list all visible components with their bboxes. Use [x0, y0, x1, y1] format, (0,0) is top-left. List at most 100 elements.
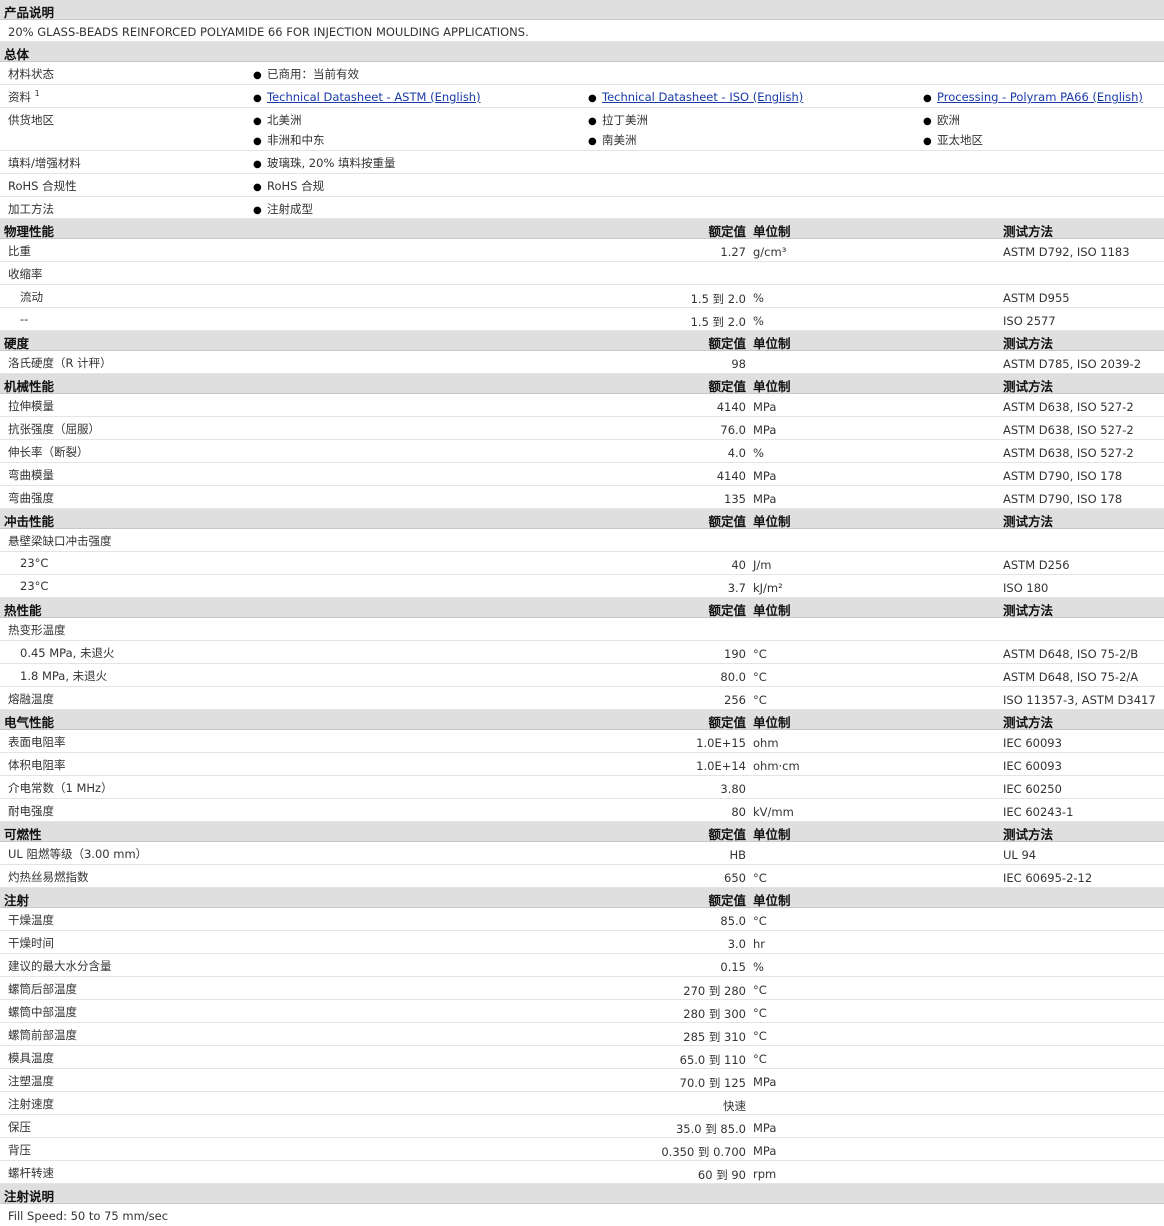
nominal-value: 85.0 [720, 914, 746, 928]
table-row: 伸长率（断裂） 4.0% ASTM D638, ISO 527-2 [0, 440, 1164, 463]
nominal-value: 60 到 90 [697, 1168, 746, 1182]
column-header-nominal: 额定值 [708, 224, 746, 239]
datasheet-page: 产品说明 20% GLASS-BEADS REINFORCED POLYAMID… [0, 0, 1164, 1226]
test-method: ASTM D256 [1003, 558, 1070, 572]
nominal-value: 98 [731, 357, 746, 371]
column-header-unit: 单位制 [753, 715, 791, 730]
column-header-method: 测试方法 [1003, 514, 1054, 529]
column-header-method: 测试方法 [1003, 715, 1054, 730]
table-row: -- 1.5 到 2.0% ISO 2577 [0, 308, 1164, 331]
property-label: 弯曲模量 [8, 468, 54, 482]
column-header-nominal: 额定值 [708, 603, 746, 618]
property-label: 23°C [20, 579, 49, 593]
test-method: ASTM D792, ISO 1183 [1003, 245, 1130, 259]
test-method: ASTM D648, ISO 75-2/A [1003, 670, 1139, 684]
column-header-unit: 单位制 [753, 379, 791, 394]
general-row-rohs: RoHS 合规性 ● RoHS 合规 [0, 174, 1164, 197]
property-label: 体积电阻率 [8, 758, 66, 772]
column-header-unit: 单位制 [753, 893, 791, 908]
injection-notes-text: Fill Speed: 50 to 75 mm/sec [8, 1209, 169, 1223]
table-row: 比重 1.27 g/cm³ ASTM D792, ISO 1183 [0, 239, 1164, 262]
test-method: IEC 60695-2-12 [1003, 871, 1093, 885]
nominal-value: 135 [724, 492, 746, 506]
datasheet-link-iso[interactable]: Technical Datasheet - ISO (English) [602, 90, 803, 104]
unit-value: g/cm³ [753, 245, 787, 259]
nominal-value: 3.0 [727, 937, 746, 951]
property-label: 伸长率（断裂） [8, 445, 89, 459]
list-item: ● RoHS 合规 [253, 179, 325, 193]
processing-link[interactable]: Processing - Polyram PA66 (English) [937, 90, 1143, 104]
unit-value: % [753, 314, 764, 328]
column-header-unit: 单位制 [753, 514, 791, 529]
table-row: 保压 35.0 到 85.0 MPa [0, 1115, 1164, 1138]
test-method: ASTM D638, ISO 527-2 [1003, 446, 1134, 460]
section-header-injection-notes: 注射说明 [0, 1184, 1164, 1204]
section-header-flammability: 可燃性 额定值 单位制 测试方法 [0, 822, 1164, 842]
nominal-value: 3.7 [727, 581, 746, 595]
nominal-value: 4140 [716, 400, 746, 414]
section-title: 注射 [4, 893, 30, 908]
property-label: 比重 [8, 244, 31, 258]
unit-value: MPa [753, 492, 777, 506]
unit-value: kV/mm [753, 805, 794, 819]
test-method: ASTM D785, ISO 2039-2 [1003, 357, 1142, 371]
table-row: 螺筒前部温度 285 到 310 °C [0, 1023, 1164, 1046]
list-item: ● 拉丁美洲 [588, 113, 648, 127]
property-label: 收缩率 [8, 267, 43, 281]
section-title: 硬度 [4, 336, 30, 351]
table-row: 流动 1.5 到 2.0% ASTM D955 [0, 285, 1164, 308]
unit-value: ohm [753, 736, 779, 750]
list-item: ● Technical Datasheet - ASTM (English) [253, 90, 481, 104]
property-label: 灼热丝易燃指数 [8, 870, 89, 884]
table-row: 1.8 MPa, 未退火 80.0 °C ASTM D648, ISO 75-2/A [0, 664, 1164, 687]
unit-value: MPa [753, 400, 777, 414]
unit-value: °C [753, 1006, 767, 1020]
table-row: 表面电阻率 1.0E+15 ohm IEC 60093 [0, 730, 1164, 753]
table-row: 建议的最大水分含量 0.15% [0, 954, 1164, 977]
test-method: ASTM D638, ISO 527-2 [1003, 400, 1134, 414]
section-header-injection: 注射 额定值 单位制 [0, 888, 1164, 908]
nominal-value: 3.80 [720, 782, 746, 796]
section-header-product-desc: 产品说明 [0, 0, 1164, 20]
table-row: 灼热丝易燃指数 650 °C IEC 60695-2-12 [0, 865, 1164, 888]
test-method: ASTM D790, ISO 178 [1003, 492, 1123, 506]
section-title: 可燃性 [4, 827, 42, 842]
unit-value: kJ/m² [753, 581, 783, 595]
nominal-value: 1.27 [720, 245, 746, 259]
list-item: ● 玻璃珠, 20% 填料按重量 [253, 156, 396, 170]
datasheet-link-astm[interactable]: Technical Datasheet - ASTM (English) [267, 90, 481, 104]
test-method: ISO 180 [1003, 581, 1049, 595]
test-method: UL 94 [1003, 848, 1037, 862]
product-desc-row: 20% GLASS-BEADS REINFORCED POLYAMIDE 66 … [0, 20, 1164, 42]
nominal-value: 190 [724, 647, 746, 661]
section-title: 电气性能 [4, 715, 55, 730]
section-title: 机械性能 [4, 379, 55, 394]
property-label: 供货地区 [8, 113, 54, 127]
nominal-value: 1.0E+14 [696, 759, 746, 773]
column-header-unit: 单位制 [753, 224, 791, 239]
column-header-method: 测试方法 [1003, 603, 1054, 618]
table-row: 背压 0.350 到 0.700 MPa [0, 1138, 1164, 1161]
table-row: 23°C 40 J/m ASTM D256 [0, 552, 1164, 575]
nominal-value: 80.0 [720, 670, 746, 684]
column-header-unit: 单位制 [753, 827, 791, 842]
general-row-filler: 填料/增强材料 ● 玻璃珠, 20% 填料按重量 [0, 151, 1164, 174]
unit-value: °C [753, 1052, 767, 1066]
column-header-unit: 单位制 [753, 603, 791, 618]
nominal-value: 1.5 到 2.0 [690, 315, 746, 329]
table-row: 体积电阻率 1.0E+14 ohm·cm IEC 60093 [0, 753, 1164, 776]
property-label: 耐电强度 [8, 804, 54, 818]
unit-value: rpm [753, 1167, 777, 1181]
unit-value: °C [753, 983, 767, 997]
property-label: 拉伸模量 [8, 399, 54, 413]
list-item: ● 欧洲 [923, 113, 960, 127]
injection-notes-row: Fill Speed: 50 to 75 mm/sec [0, 1204, 1164, 1226]
property-label: 螺筒前部温度 [8, 1028, 77, 1042]
unit-value: MPa [753, 469, 777, 483]
table-row: 悬壁梁缺口冲击强度 [0, 529, 1164, 552]
nominal-value: 快速 [723, 1099, 746, 1113]
column-header-method: 测试方法 [1003, 336, 1054, 351]
property-label: 1.8 MPa, 未退火 [20, 669, 108, 683]
unit-value: hr [753, 937, 766, 951]
unit-value: MPa [753, 1075, 777, 1089]
